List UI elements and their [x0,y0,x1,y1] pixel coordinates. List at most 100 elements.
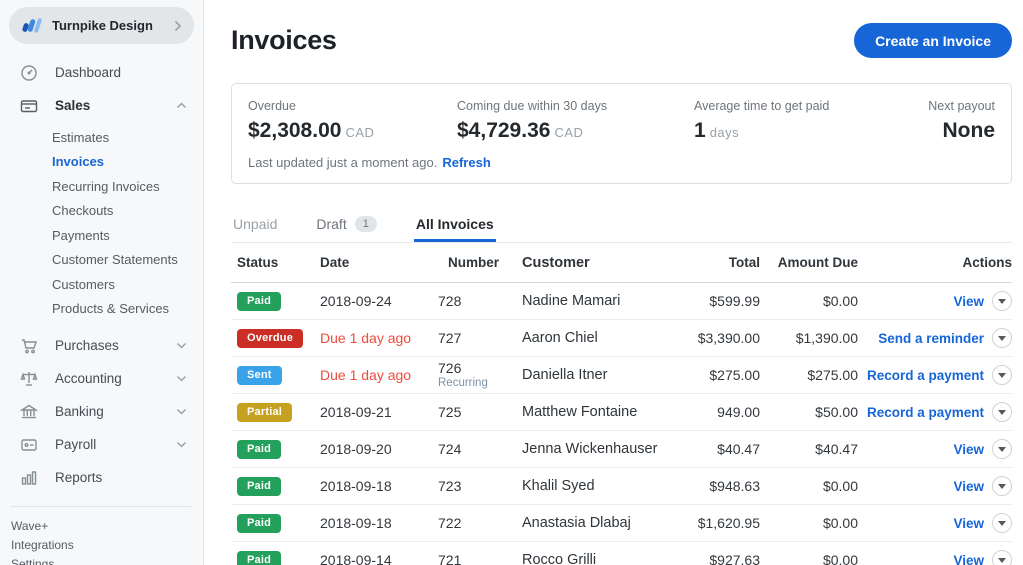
table-header: Status Date Number Customer Total Amount… [231,243,1012,283]
status-badge: Partial [237,403,292,422]
business-switcher[interactable]: Turnpike Design [9,7,194,44]
dropdown-button[interactable] [992,291,1012,311]
table-row: Paid 2018-09-20 724 Jenna Wickenhauser $… [231,431,1012,468]
chevron-down-icon [176,441,187,448]
avg-time-value: 1days [694,119,928,143]
customer-name: Jenna Wickenhauser [522,441,658,457]
chevron-right-icon [174,20,182,32]
action-link[interactable]: Record a payment [867,368,984,383]
amount-due: $0.00 [760,293,868,309]
sidebar-item-wave-plus[interactable]: Wave+ [0,516,203,535]
banking-icon [19,403,39,421]
table-row: Paid 2018-09-14 721 Rocco Grilli $927.63… [231,542,1012,565]
table-row: Partial 2018-09-21 725 Matthew Fontaine … [231,394,1012,431]
header-date: Date [320,255,438,270]
invoice-number: 726 Recurring [438,360,522,390]
status-badge: Overdue [237,329,303,348]
chevron-down-icon [176,375,187,382]
caret-down-icon [998,410,1006,415]
sidebar-item-sales[interactable]: Sales [0,89,203,122]
amount-due: $40.47 [760,441,868,457]
action-link[interactable]: View [953,516,984,531]
status-badge: Sent [237,366,282,385]
dashboard-icon [19,64,39,82]
tab-draft[interactable]: Draft 1 [314,216,378,242]
header-total: Total [658,255,760,270]
action-link[interactable]: Record a payment [867,405,984,420]
action-link[interactable]: Send a reminder [878,331,984,346]
summary-avg-time: Average time to get paid 1days [694,99,928,143]
dropdown-button[interactable] [992,402,1012,422]
dropdown-button[interactable] [992,365,1012,385]
sidebar-item-customers[interactable]: Customers [0,272,203,297]
chevron-down-icon [176,342,187,349]
invoice-date: 2018-09-14 [320,552,438,565]
chevron-up-icon [176,102,187,109]
caret-down-icon [998,447,1006,452]
sidebar: Turnpike Design Dashboard [0,0,204,565]
sales-submenu: Estimates Invoices Recurring Invoices Ch… [0,122,203,329]
purchases-icon [19,337,39,355]
sidebar-item-label: Dashboard [55,65,121,80]
customer-name: Rocco Grilli [522,552,658,565]
caret-down-icon [998,373,1006,378]
invoice-number: 727 [438,330,522,346]
sidebar-item-settings[interactable]: Settings [0,554,203,565]
invoice-date: Due 1 day ago [320,367,438,383]
sidebar-item-integrations[interactable]: Integrations [0,535,203,554]
tab-unpaid[interactable]: Unpaid [231,216,279,242]
sidebar-item-dashboard[interactable]: Dashboard [0,56,203,89]
action-link[interactable]: View [953,479,984,494]
create-invoice-button[interactable]: Create an Invoice [854,23,1012,58]
accounting-icon [19,370,39,388]
last-updated: Last updated just a moment ago.Refresh [248,155,995,170]
sidebar-divider [10,506,191,507]
dropdown-button[interactable] [992,476,1012,496]
invoice-date: 2018-09-18 [320,515,438,531]
action-link[interactable]: View [953,294,984,309]
dropdown-button[interactable] [992,439,1012,459]
total-amount: $927.63 [658,552,760,565]
sidebar-item-recurring-invoices[interactable]: Recurring Invoices [0,174,203,199]
refresh-link[interactable]: Refresh [442,155,490,170]
sidebar-item-purchases[interactable]: Purchases [0,329,203,362]
action-link[interactable]: View [953,553,984,565]
tab-all-invoices[interactable]: All Invoices [414,216,496,242]
total-amount: $599.99 [658,293,760,309]
total-amount: 949.00 [658,404,760,420]
total-amount: $1,620.95 [658,515,760,531]
wave-logo-icon [22,17,43,35]
status-badge: Paid [237,551,281,565]
draft-count-badge: 1 [355,216,377,232]
invoice-date: 2018-09-24 [320,293,438,309]
sidebar-item-payments[interactable]: Payments [0,223,203,248]
customer-name: Matthew Fontaine [522,404,658,420]
action-link[interactable]: View [953,442,984,457]
sidebar-item-payroll[interactable]: Payroll [0,428,203,461]
summary-overdue: Overdue $2,308.00CAD [248,99,457,143]
header-number: Number [438,255,522,271]
dropdown-button[interactable] [992,513,1012,533]
table-row: Paid 2018-09-18 722 Anastasia Dlabaj $1,… [231,505,1012,542]
chevron-down-icon [176,408,187,415]
caret-down-icon [998,484,1006,489]
invoice-number: 725 [438,404,522,420]
sidebar-item-label: Sales [55,98,90,113]
header-status: Status [231,255,320,270]
sidebar-item-invoices[interactable]: Invoices [0,150,203,175]
sidebar-item-customer-statements[interactable]: Customer Statements [0,248,203,273]
reports-icon [19,469,39,487]
dropdown-button[interactable] [992,550,1012,565]
invoice-tabs: Unpaid Draft 1 All Invoices [231,216,1012,243]
sidebar-item-banking[interactable]: Banking [0,395,203,428]
sidebar-item-estimates[interactable]: Estimates [0,125,203,150]
invoice-date: 2018-09-18 [320,478,438,494]
caret-down-icon [998,336,1006,341]
sidebar-item-checkouts[interactable]: Checkouts [0,199,203,224]
sidebar-item-accounting[interactable]: Accounting [0,362,203,395]
sidebar-item-reports[interactable]: Reports [0,461,203,494]
invoices-page: Turnpike Design Dashboard [0,0,1023,565]
sidebar-item-products-services[interactable]: Products & Services [0,297,203,322]
dropdown-button[interactable] [992,328,1012,348]
total-amount: $40.47 [658,441,760,457]
